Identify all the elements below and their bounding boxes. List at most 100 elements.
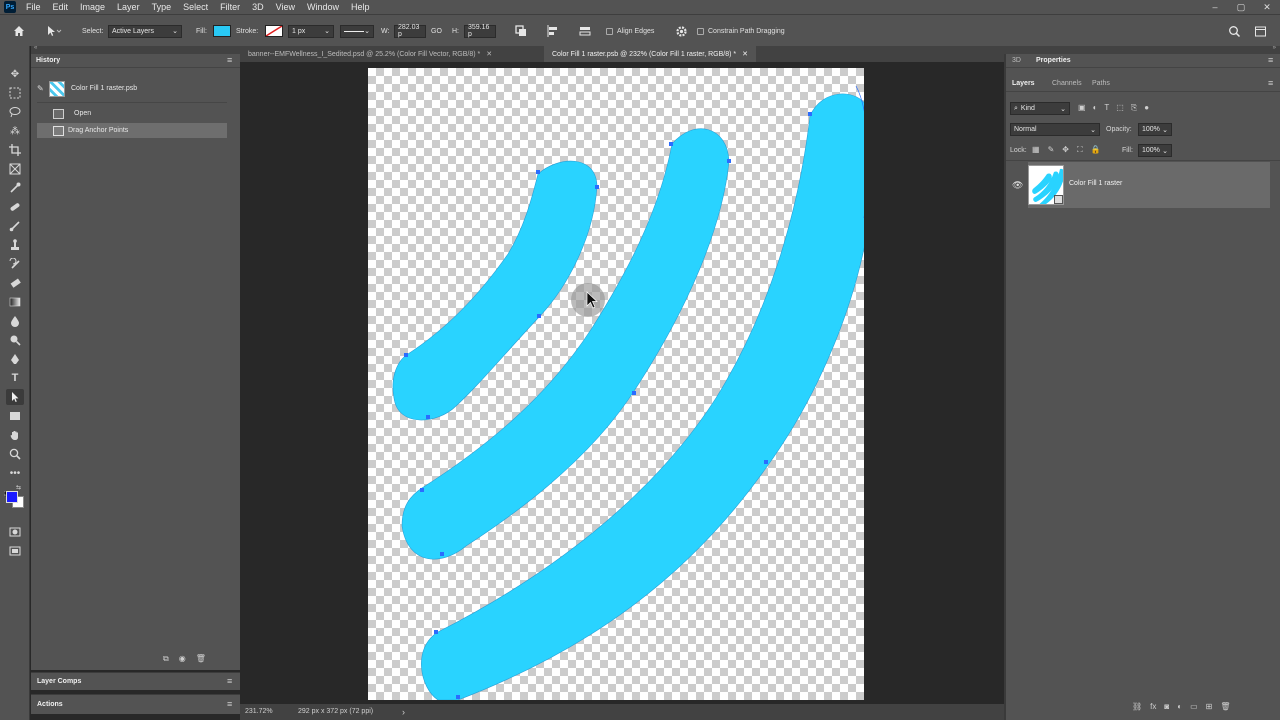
gradient-tool-icon[interactable]: [6, 294, 24, 310]
stroke-swatch[interactable]: [265, 25, 283, 37]
history-step-open[interactable]: Open: [37, 106, 227, 121]
height-field[interactable]: 359.16 p: [464, 24, 496, 38]
tab-layers[interactable]: Layers: [1012, 80, 1035, 87]
panel-menu-icon[interactable]: ≡: [227, 699, 232, 709]
lock-image-icon[interactable]: ✎: [1048, 145, 1055, 155]
gear-icon[interactable]: [675, 15, 688, 47]
menu-help[interactable]: Help: [345, 0, 376, 14]
close-button[interactable]: ✕: [1254, 0, 1280, 14]
eraser-tool-icon[interactable]: [6, 275, 24, 291]
menu-window[interactable]: Window: [301, 0, 345, 14]
lasso-tool-icon[interactable]: [6, 104, 24, 120]
frame-tool-icon[interactable]: [6, 161, 24, 177]
kind-filter-dropdown[interactable]: ⌕ Kind ⌄: [1010, 102, 1070, 115]
foreground-color-swatch[interactable]: [6, 491, 18, 503]
shape-layer-filter-icon[interactable]: ⬚: [1116, 103, 1124, 113]
layer-row-color-fill-raster[interactable]: Color Fill 1 raster: [1028, 162, 1270, 208]
menu-image[interactable]: Image: [74, 0, 111, 14]
minimize-button[interactable]: –: [1202, 0, 1228, 14]
tab-channels[interactable]: Channels: [1052, 80, 1082, 87]
layer-mask-icon[interactable]: ◙: [1164, 702, 1169, 711]
search-icon[interactable]: [1228, 15, 1241, 47]
tab-properties[interactable]: Properties: [1036, 57, 1071, 64]
history-snapshot[interactable]: ✎ Color Fill 1 raster.psb: [37, 80, 227, 97]
rectangle-tool-icon[interactable]: [6, 408, 24, 424]
tab-color-fill-raster[interactable]: Color Fill 1 raster.psb @ 232% (Color Fi…: [544, 46, 756, 62]
visibility-eye-icon[interactable]: 👁: [1012, 180, 1023, 191]
fill-field[interactable]: 100% ⌄: [1138, 144, 1172, 157]
maximize-button[interactable]: ▢: [1228, 0, 1254, 14]
close-icon[interactable]: ✕: [742, 50, 748, 58]
lock-position-icon[interactable]: ✥: [1062, 145, 1069, 155]
width-field[interactable]: 282.03 p: [394, 24, 426, 38]
hand-tool-icon[interactable]: [6, 427, 24, 443]
history-brush-tool-icon[interactable]: [6, 256, 24, 272]
path-selection-tool-preset-icon[interactable]: [44, 15, 62, 47]
lock-artboard-icon[interactable]: ⛶: [1077, 145, 1083, 155]
opacity-field[interactable]: 100% ⌄: [1138, 123, 1172, 136]
trash-icon[interactable]: 🗑: [196, 654, 206, 664]
menu-type[interactable]: Type: [146, 0, 178, 14]
new-document-from-state-icon[interactable]: ⧉: [163, 654, 169, 664]
link-layers-icon[interactable]: ⛓: [1132, 702, 1142, 711]
lock-all-icon[interactable]: 🔒: [1091, 145, 1101, 155]
fx-icon[interactable]: fx: [1150, 702, 1156, 711]
zoom-tool-icon[interactable]: [6, 446, 24, 462]
select-dropdown[interactable]: Active Layers ⌄: [108, 24, 182, 38]
status-menu-arrow-icon[interactable]: ›: [402, 707, 405, 717]
brush-tool-icon[interactable]: [6, 218, 24, 234]
tab-paths[interactable]: Paths: [1092, 80, 1110, 87]
blend-mode-dropdown[interactable]: Normal ⌄: [1010, 123, 1100, 136]
panel-menu-icon[interactable]: ≡: [227, 676, 232, 686]
path-arrangement-icon[interactable]: [578, 15, 592, 47]
history-step-drag-anchor-points[interactable]: Drag Anchor Points: [37, 123, 227, 138]
fill-swatch[interactable]: [213, 25, 231, 37]
align-edges-checkbox[interactable]: [606, 27, 613, 35]
wifi-shape-artwork[interactable]: [368, 68, 864, 700]
pixel-layer-filter-icon[interactable]: ▣: [1078, 103, 1086, 113]
path-alignment-icon[interactable]: [546, 15, 560, 47]
type-tool-icon[interactable]: T: [6, 370, 24, 386]
dodge-tool-icon[interactable]: [6, 332, 24, 348]
menu-edit[interactable]: Edit: [47, 0, 75, 14]
menu-filter[interactable]: Filter: [214, 0, 246, 14]
adjustment-layer-filter-icon[interactable]: ◐: [1093, 103, 1098, 113]
menu-view[interactable]: View: [270, 0, 301, 14]
new-layer-icon[interactable]: ⊞: [1206, 702, 1213, 711]
trash-icon[interactable]: 🗑: [1220, 702, 1230, 711]
adjustment-layer-icon[interactable]: ◐: [1177, 702, 1182, 711]
tab-banner-document[interactable]: banner--EMFWellness_I_Sedited.psd @ 25.2…: [240, 46, 500, 62]
more-tools-icon[interactable]: •••: [6, 465, 24, 481]
pen-tool-icon[interactable]: [6, 351, 24, 367]
group-folder-icon[interactable]: ▭: [1190, 702, 1198, 711]
quick-mask-icon[interactable]: [6, 524, 24, 540]
crop-tool-icon[interactable]: [6, 142, 24, 158]
filter-toggle-icon[interactable]: ●: [1144, 103, 1149, 113]
zoom-level[interactable]: 231.72%: [245, 708, 273, 715]
path-operations-icon[interactable]: [514, 15, 528, 47]
panel-menu-icon[interactable]: ≡: [1268, 55, 1273, 65]
stroke-type-dropdown[interactable]: ⌄: [340, 24, 374, 38]
layer-comps-tab[interactable]: Layer Comps: [37, 678, 81, 685]
shape-arc-large[interactable]: [421, 93, 864, 700]
menu-select[interactable]: Select: [177, 0, 214, 14]
move-tool-icon[interactable]: ✥: [6, 66, 24, 82]
path-selection-tool-icon[interactable]: [6, 389, 24, 405]
history-brush-source-icon[interactable]: ✎: [37, 84, 47, 93]
menu-3d[interactable]: 3D: [246, 0, 270, 14]
blur-tool-icon[interactable]: [6, 313, 24, 329]
home-icon[interactable]: [12, 15, 26, 47]
workspace-icon[interactable]: [1254, 15, 1267, 47]
panel-menu-icon[interactable]: ≡: [227, 55, 232, 65]
default-colors-icon[interactable]: [3, 484, 11, 498]
menu-layer[interactable]: Layer: [111, 0, 146, 14]
healing-brush-tool-icon[interactable]: [6, 199, 24, 215]
smart-object-filter-icon[interactable]: ⎘: [1131, 103, 1137, 113]
menu-file[interactable]: File: [20, 0, 47, 14]
constrain-path-checkbox[interactable]: [697, 27, 704, 35]
history-tab[interactable]: History: [36, 57, 60, 64]
marquee-tool-icon[interactable]: [6, 85, 24, 101]
tab-3d[interactable]: 3D: [1012, 57, 1021, 64]
document-canvas[interactable]: [368, 68, 864, 700]
actions-tab[interactable]: Actions: [37, 701, 63, 708]
